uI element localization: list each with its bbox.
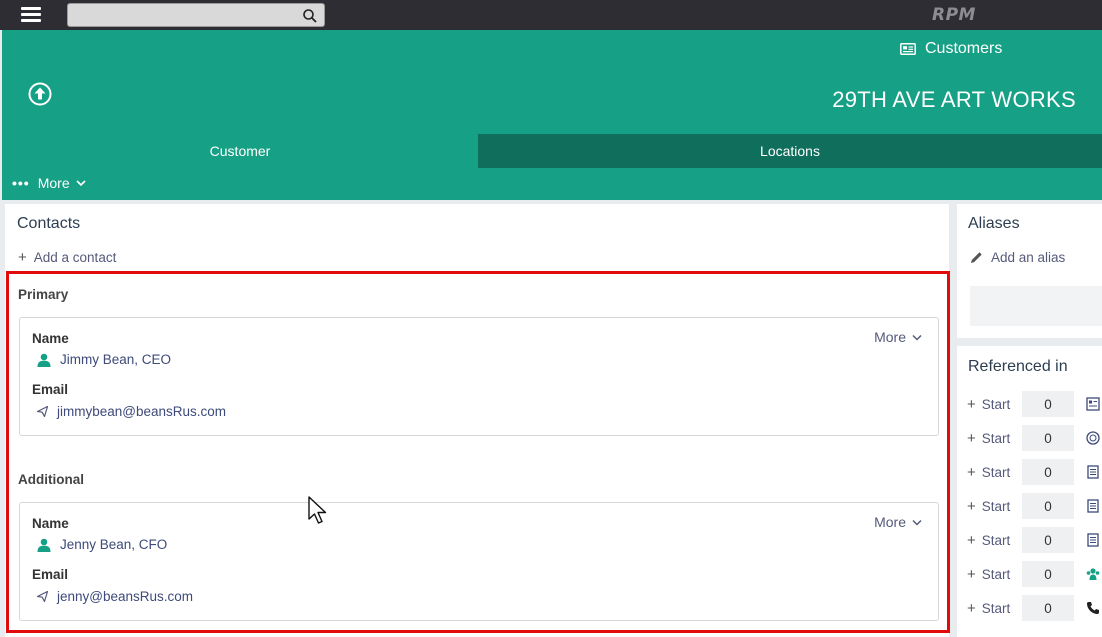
additional-section-label: Additional — [18, 472, 84, 487]
search-input[interactable] — [72, 6, 292, 24]
tab-bar: Customer Locations — [2, 134, 1102, 168]
primary-contact-name-link[interactable]: Jimmy Bean, CEO — [37, 352, 171, 367]
reference-count: 0 — [1022, 493, 1074, 519]
chevron-down-icon — [912, 334, 922, 341]
add-contact-button[interactable]: + Add a contact — [18, 249, 116, 266]
start-button[interactable]: + Start — [967, 430, 1022, 447]
start-button[interactable]: + Start — [967, 600, 1022, 617]
reference-row: + Start 0 — [967, 425, 1102, 451]
reference-row: + Start 0 — [967, 595, 1102, 621]
name-label: Name — [32, 331, 69, 346]
more-menu-label: More — [37, 175, 70, 191]
reference-row: + Start 0 — [967, 493, 1102, 519]
person-icon — [37, 353, 51, 367]
primary-contact-card: Name Jimmy Bean, CEO Email jimmybean@bea… — [19, 317, 939, 436]
card-more-label: More — [874, 329, 906, 345]
customer-name-title: 29TH AVE ART WORKS — [832, 87, 1076, 112]
reference-count: 0 — [1022, 595, 1074, 621]
reference-count: 0 — [1022, 391, 1074, 417]
search-box[interactable] — [67, 3, 325, 27]
rpm-logo: RPM — [932, 5, 976, 25]
coin-icon[interactable] — [1086, 431, 1100, 445]
page-header: Customers 29TH AVE ART WORKS — [2, 30, 1102, 134]
hamburger-menu-icon[interactable] — [21, 7, 41, 23]
plus-icon: + — [18, 249, 27, 266]
phone-icon[interactable] — [1086, 601, 1100, 615]
contacts-panel: Contacts + Add a contact Primary Name Ji… — [5, 204, 950, 637]
aliases-title: Aliases — [968, 215, 1020, 232]
primary-contact-email: jimmybean@beansRus.com — [57, 404, 227, 419]
upload-circle-icon[interactable] — [28, 82, 52, 106]
referenced-in-title: Referenced in — [968, 358, 1068, 375]
name-label: Name — [32, 516, 69, 531]
card-more-label: More — [874, 514, 906, 530]
customers-link-label: Customers — [925, 40, 1003, 57]
customers-breadcrumb-link[interactable]: Customers — [900, 38, 1002, 60]
start-button[interactable]: + Start — [967, 464, 1022, 481]
person-icon — [37, 538, 51, 552]
reference-row: + Start 0 — [967, 527, 1102, 553]
tab-customer[interactable]: Customer — [2, 134, 478, 168]
reference-count: 0 — [1022, 527, 1074, 553]
search-icon[interactable] — [302, 8, 318, 24]
chevron-down-icon — [76, 180, 86, 187]
email-label: Email — [32, 382, 69, 397]
additional-contact-email: jenny@beansRus.com — [57, 589, 194, 604]
additional-card-more-button[interactable]: More — [874, 514, 922, 530]
start-button[interactable]: + Start — [967, 532, 1022, 549]
more-menu-button[interactable]: ••• More — [12, 175, 86, 191]
reference-row: + Start 0 — [967, 561, 1102, 587]
primary-contact-name: Jimmy Bean, CEO — [60, 352, 172, 367]
referenced-in-panel: Referenced in + Start 0 + Start 0 + Start 0… — [957, 346, 1102, 637]
tab-locations[interactable]: Locations — [478, 134, 1102, 168]
primary-section-label: Primary — [18, 287, 69, 302]
document-icon[interactable] — [1086, 499, 1100, 513]
email-label: Email — [32, 567, 69, 582]
send-icon — [37, 591, 48, 602]
customers-card-icon — [900, 43, 916, 55]
reference-count: 0 — [1022, 425, 1074, 451]
send-icon — [37, 406, 48, 417]
add-contact-label: Add a contact — [33, 250, 117, 265]
document-icon[interactable] — [1086, 465, 1100, 479]
reference-row: + Start 0 — [967, 459, 1102, 485]
reference-count: 0 — [1022, 459, 1074, 485]
highlight-box: Primary Name Jimmy Bean, CEO Email jimmy… — [6, 271, 950, 633]
mouse-cursor-icon — [308, 496, 327, 524]
contacts-title: Contacts — [17, 215, 81, 232]
more-bar: ••• More — [2, 168, 1102, 200]
alias-list-empty — [970, 286, 1102, 326]
start-button[interactable]: + Start — [967, 498, 1022, 515]
top-bar: RPM — [0, 0, 1102, 30]
reference-row: + Start 0 — [967, 391, 1102, 417]
add-alias-button[interactable]: Add an alias — [970, 250, 1065, 265]
start-button[interactable]: + Start — [967, 566, 1022, 583]
additional-contact-email-link[interactable]: jenny@beansRus.com — [37, 589, 193, 604]
additional-contact-card: Name Jenny Bean, CFO Email jenny@beansRu… — [19, 502, 939, 621]
primary-contact-email-link[interactable]: jimmybean@beansRus.com — [37, 404, 226, 419]
additional-contact-name: Jenny Bean, CFO — [60, 537, 168, 552]
start-button[interactable]: + Start — [967, 396, 1022, 413]
ellipsis-icon: ••• — [12, 175, 30, 191]
chevron-down-icon — [912, 519, 922, 526]
aliases-panel: Aliases Add an alias — [957, 204, 1102, 338]
document-icon[interactable] — [1086, 533, 1100, 547]
pencil-icon — [971, 252, 982, 263]
reference-count: 0 — [1022, 561, 1074, 587]
additional-contact-name-link[interactable]: Jenny Bean, CFO — [37, 537, 167, 552]
people-icon[interactable] — [1086, 567, 1100, 581]
add-alias-label: Add an alias — [991, 250, 1066, 265]
form-icon[interactable] — [1086, 397, 1100, 411]
primary-card-more-button[interactable]: More — [874, 329, 922, 345]
